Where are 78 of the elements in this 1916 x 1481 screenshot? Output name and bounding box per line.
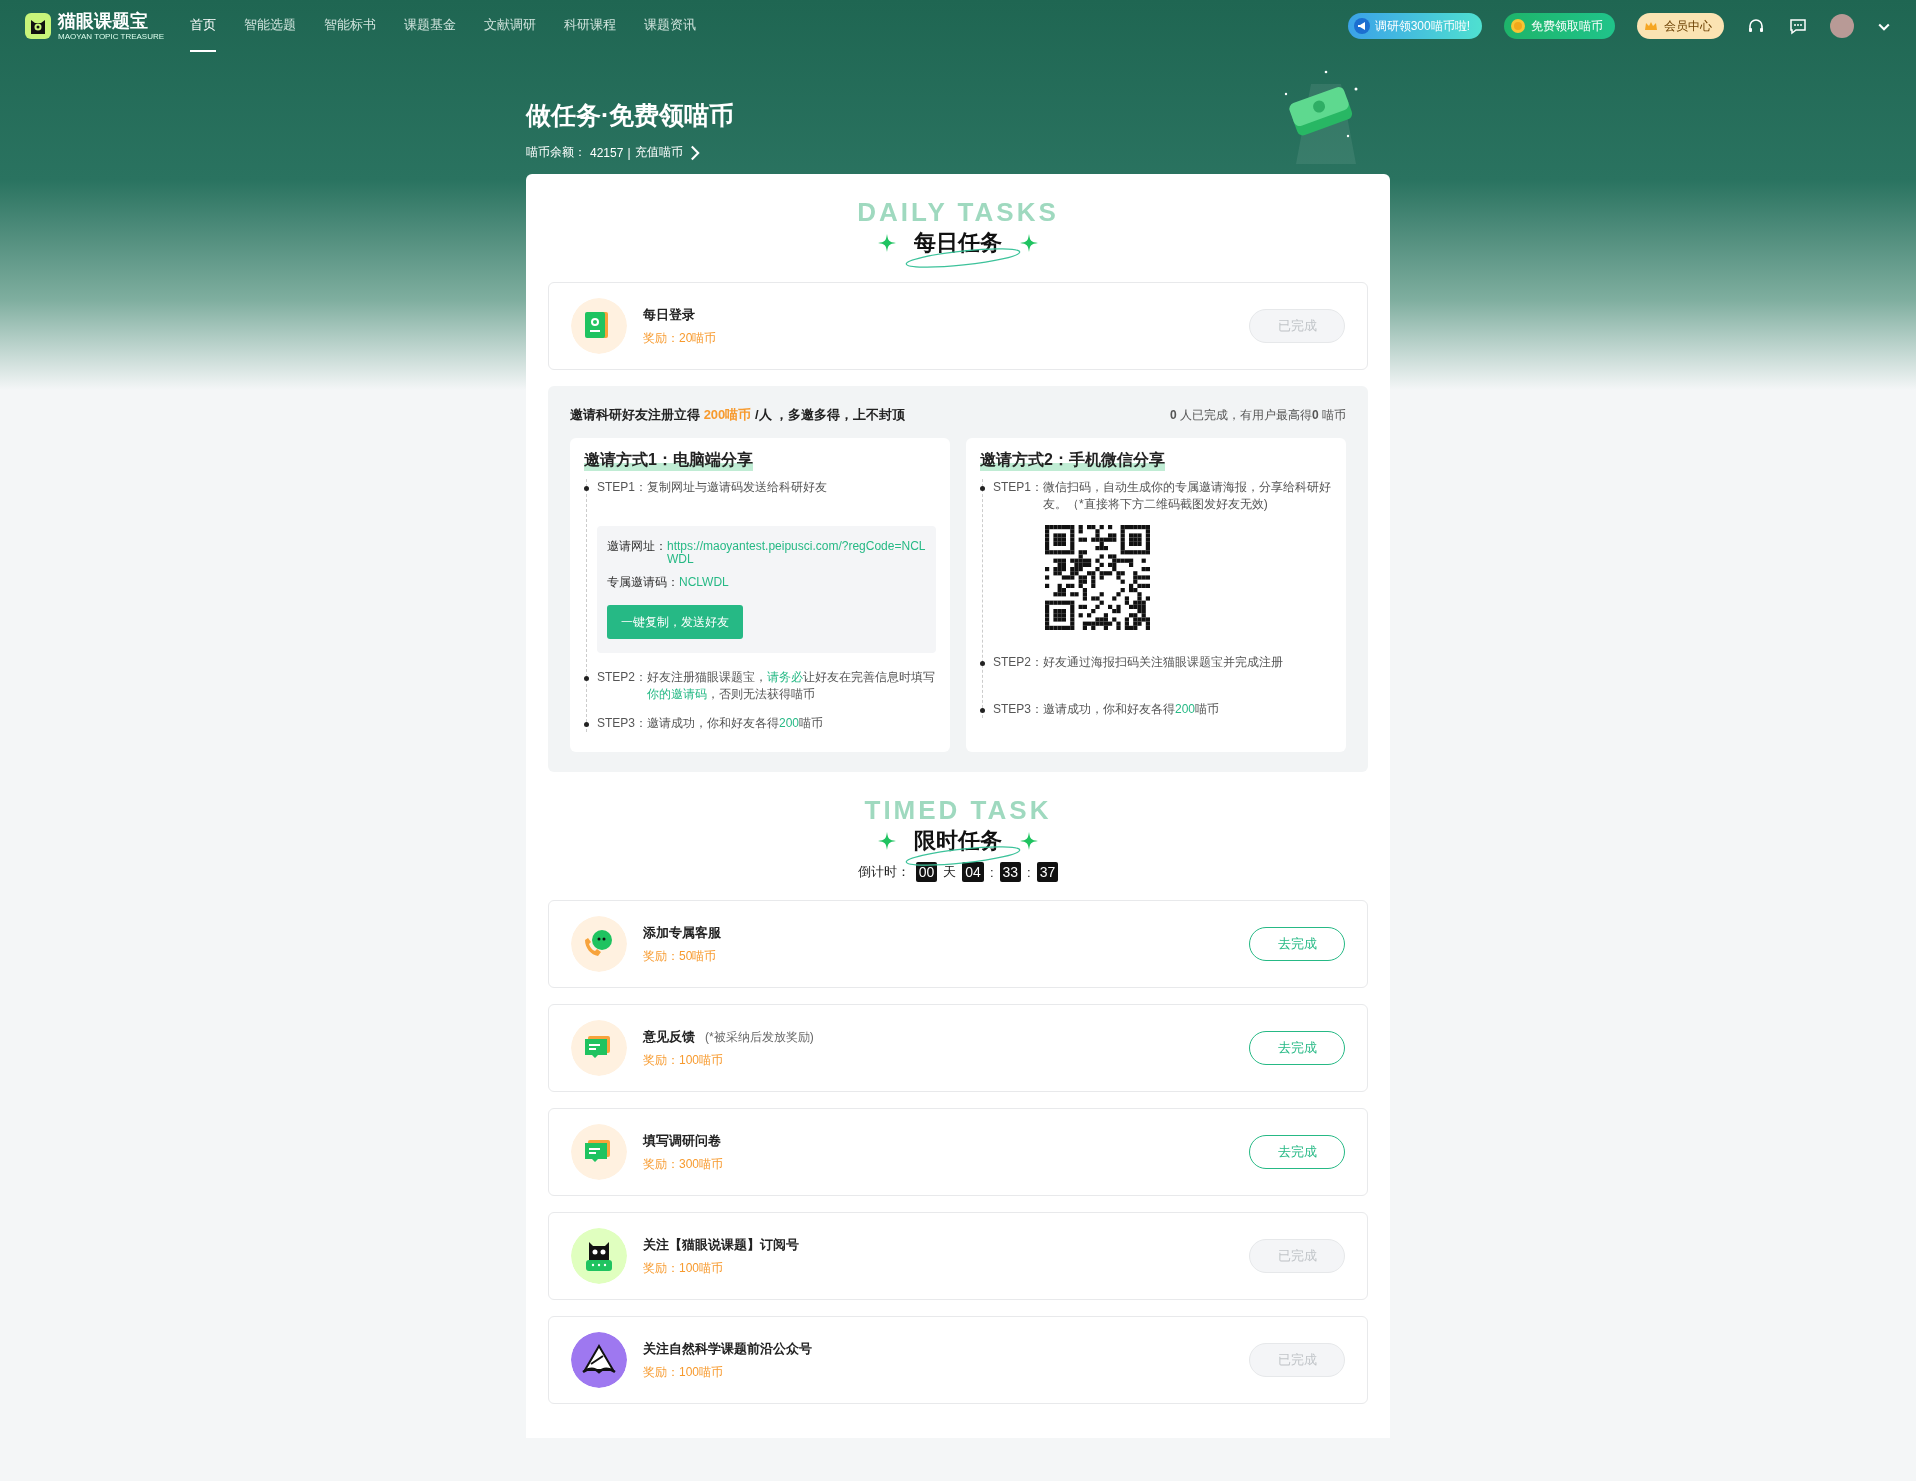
sparkle-icon <box>1020 234 1038 252</box>
code-label: 专属邀请码： <box>607 576 679 589</box>
step-label: STEP2： <box>993 654 1043 671</box>
sparkle-icon <box>1020 832 1038 850</box>
countdown-digits: 04 <box>962 862 984 882</box>
countdown-digits: 00 <box>915 862 938 882</box>
step-text: 复制网址与邀请码发送给科研好友 <box>647 479 827 496</box>
megaphone-icon <box>1353 18 1370 34</box>
countdown-digits: 33 <box>999 862 1022 882</box>
id-card-icon <box>571 298 627 354</box>
nav-link[interactable]: 文献调研 <box>484 0 537 52</box>
invite-url: https://maoyantest.peipusci.com/?regCode=NCLWDL <box>667 540 926 566</box>
task-reward: 奖励：100喵币 <box>643 1259 725 1277</box>
watermark-text: TIMED TASK <box>864 796 1052 824</box>
countdown-digits: 37 <box>1036 862 1059 882</box>
countdown-unit: : <box>989 864 994 880</box>
invite-headline: 邀请科研好友注册立得 200喵币 /人 ，多邀多得，上不封顶 <box>570 406 906 424</box>
sparkle-icon <box>878 234 896 252</box>
page-title: 做任务·免费领喵币 <box>526 100 735 131</box>
phone-chat-icon <box>571 916 627 972</box>
section-title: 限时任务 <box>914 826 1002 856</box>
task-reward: 奖励：20喵币 <box>643 329 717 347</box>
task-reward: 奖励：50喵币 <box>643 947 718 965</box>
avatar[interactable] <box>1830 14 1854 38</box>
step-text: 微信扫码，自动生成你的专属邀请海报，分享给科研好友。（*直接将下方二维码截图发好友无效) <box>1043 479 1332 513</box>
step-label: STEP2： <box>597 669 647 686</box>
balance-label: 喵币余额： <box>526 144 586 161</box>
method-title: 邀请方式2：手机微信分享 <box>980 450 1165 471</box>
separator-text: | <box>627 145 631 160</box>
task-reward: 奖励：100喵币 <box>643 1051 725 1069</box>
section-title: 每日任务 <box>914 228 1002 258</box>
countdown-label: 倒计时： <box>857 863 910 881</box>
task-title: 填写调研问卷 <box>643 1131 721 1150</box>
logo-text: 猫眼课题宝 <box>58 11 149 30</box>
cat-logo-icon <box>24 12 52 40</box>
task-note: (*被采纳后发放奖励) <box>705 1028 814 1046</box>
countdown-unit: : <box>1027 864 1031 880</box>
nav-link[interactable]: 课题资讯 <box>644 0 697 52</box>
step-text: 邀请成功，你和好友各得200喵币 <box>1043 701 1220 718</box>
coin-icon <box>1510 18 1526 34</box>
recharge-link[interactable]: 充值喵币 <box>634 144 683 161</box>
method-title: 邀请方式1：电脑端分享 <box>584 450 753 471</box>
message-icon <box>571 1124 627 1180</box>
watermark-text: DAILY TASKS <box>857 198 1059 226</box>
complete-task-button[interactable]: 去完成 <box>1249 927 1345 961</box>
cat-icon <box>571 1228 627 1284</box>
chat-icon[interactable] <box>1788 16 1808 36</box>
logo-subtitle: MAOYAN TOPIC TREASURE <box>58 32 165 41</box>
step-label: STEP3： <box>597 715 647 732</box>
invite-stats: 0 人已完成，有用户最高得0 喵币 <box>1169 406 1346 424</box>
step-text: 邀请成功，你和好友各得200喵币 <box>647 715 824 732</box>
url-label: 邀请网址： <box>607 540 667 555</box>
nav-link[interactable]: 科研课程 <box>564 0 617 52</box>
task-title: 关注自然科学课题前沿公众号 <box>643 1339 812 1358</box>
task-title: 关注【猫眼说课题】订阅号 <box>643 1235 799 1254</box>
task-title: 意见反馈 <box>643 1027 695 1046</box>
task-reward: 奖励：300喵币 <box>643 1155 724 1173</box>
complete-task-button[interactable]: 去完成 <box>1249 1031 1345 1065</box>
step-label: STEP3： <box>993 701 1043 718</box>
balance-value: 42157 <box>590 145 624 160</box>
countdown-unit: 天 <box>943 863 957 881</box>
nav-link[interactable]: 首页 <box>190 0 217 52</box>
step-text: 好友通过海报扫码关注猫眼课题宝并完成注册 <box>1043 654 1283 671</box>
step-text: 好友注册猫眼课题宝，请务必让好友在完善信息时填写 你的邀请码，否则无法获得喵币 <box>647 669 936 703</box>
nav-link[interactable]: 智能选题 <box>244 0 297 52</box>
task-title: 每日登录 <box>643 305 695 324</box>
complete-task-button[interactable]: 去完成 <box>1249 1135 1345 1169</box>
promo-button[interactable]: 会员中心 <box>1637 13 1724 39</box>
task-title: 添加专属客服 <box>643 923 721 942</box>
message-icon <box>571 1020 627 1076</box>
nav-link[interactable]: 智能标书 <box>324 0 377 52</box>
step-label: STEP1： <box>597 479 647 496</box>
invite-code: NCLWDL <box>679 576 729 589</box>
sparkle-icon <box>878 832 896 850</box>
step-label: STEP1： <box>993 479 1043 496</box>
pyramid-book-icon <box>571 1332 627 1388</box>
task-reward: 奖励：100喵币 <box>643 1363 725 1381</box>
nav-link[interactable]: 课题基金 <box>404 0 457 52</box>
